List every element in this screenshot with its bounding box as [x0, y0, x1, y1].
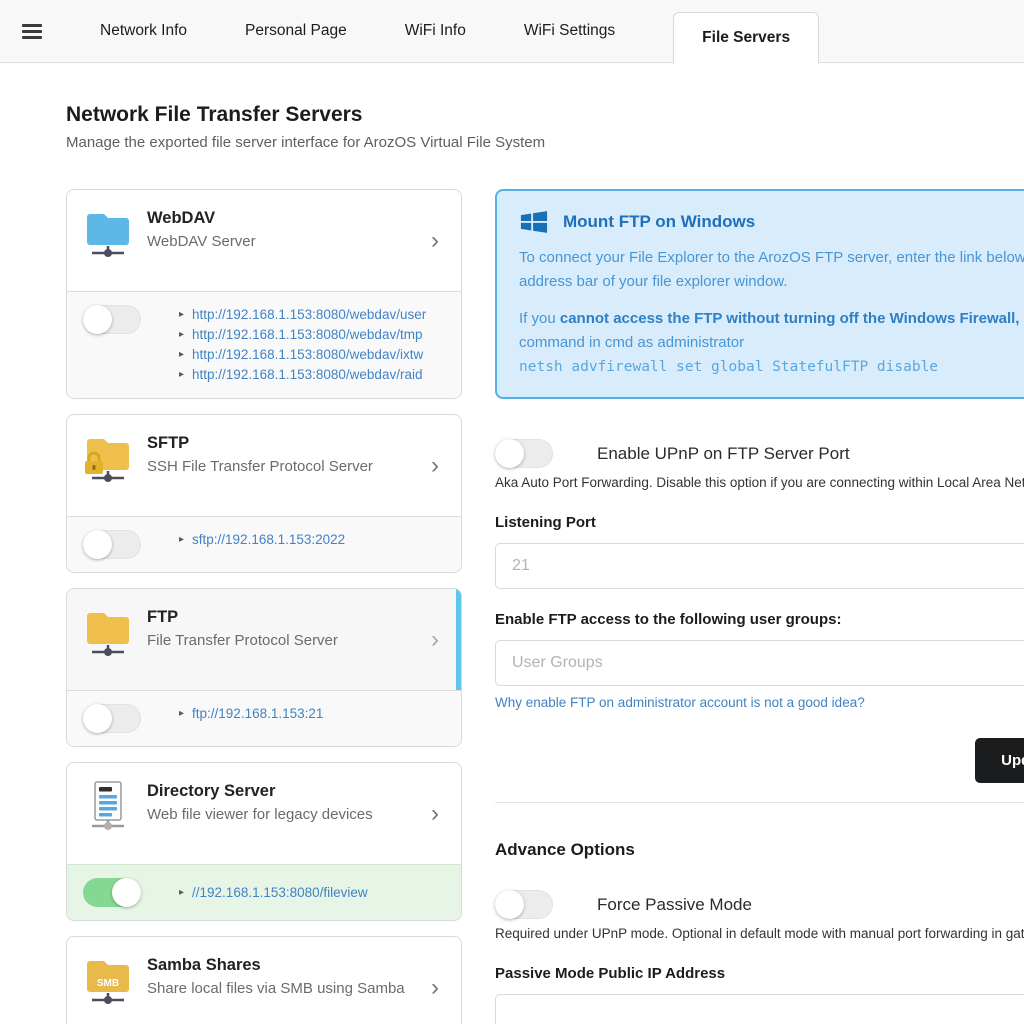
upnp-toggle[interactable] [495, 439, 553, 468]
ftp-network-folder-icon [83, 604, 133, 660]
sftp-card-footer: ▸ sftp://192.168.1.153:2022 [67, 516, 461, 572]
public-ip-input[interactable] [495, 994, 1024, 1024]
ftp-card-header[interactable]: FTP File Transfer Protocol Server › [67, 589, 461, 690]
chevron-right-icon[interactable]: › [431, 229, 445, 253]
ftp-settings-panel: Mount FTP on Windows To connect your Fil… [478, 189, 1024, 1024]
sftp-url-link[interactable]: sftp://192.168.1.153:2022 [192, 530, 345, 550]
directory-card-header[interactable]: Directory Server Web file viewer for leg… [67, 763, 461, 864]
section-divider [495, 802, 1024, 803]
webdav-url-link[interactable]: http://192.168.1.153:8080/webdav/raid [192, 365, 422, 385]
upnp-toggle-label: Enable UPnP on FTP Server Port [597, 444, 850, 464]
triangle-bullet-icon: ▸ [179, 883, 184, 903]
directory-enable-toggle[interactable] [83, 878, 141, 907]
upnp-toggle-row: Enable UPnP on FTP Server Port [495, 439, 1024, 468]
samba-smb-folder-icon: SMB [83, 952, 133, 1008]
mount-ftp-info-box: Mount FTP on Windows To connect your Fil… [495, 189, 1024, 399]
top-nav-bar: Network Info Personal Page WiFi Info WiF… [0, 0, 1024, 63]
user-groups-label: Enable FTP access to the following user … [495, 611, 1024, 628]
chevron-right-icon[interactable]: › [431, 976, 445, 1000]
info-text-line: If you cannot access the FTP without tur… [519, 307, 1024, 331]
windows-logo-icon [519, 208, 549, 236]
sftp-locked-folder-icon [83, 430, 133, 486]
page-title: Network File Transfer Servers [66, 103, 1024, 127]
server-name: WebDAV [147, 209, 256, 228]
webdav-card-footer: ▸ http://192.168.1.153:8080/webdav/user ▸… [67, 291, 461, 398]
info-text-line: command in cmd as administrator [519, 331, 1024, 355]
server-name: Samba Shares [147, 956, 405, 975]
samba-card-header[interactable]: SMB Samba Shares Share local files via S… [67, 937, 461, 1024]
tab-personal-page[interactable]: Personal Page [245, 22, 347, 40]
ftp-url-link[interactable]: ftp://192.168.1.153:21 [192, 704, 323, 724]
directory-url-link[interactable]: //192.168.1.153:8080/fileview [192, 883, 368, 903]
svg-text:SMB: SMB [97, 978, 119, 989]
webdav-enable-toggle[interactable] [83, 305, 141, 334]
passive-mode-toggle-row: Force Passive Mode [495, 890, 1024, 919]
sftp-enable-toggle[interactable] [83, 530, 141, 559]
server-description: File Transfer Protocol Server [147, 632, 338, 649]
tab-wifi-info[interactable]: WiFi Info [405, 22, 466, 40]
server-name: SFTP [147, 434, 373, 453]
server-description: Web file viewer for legacy devices [147, 806, 373, 823]
upnp-note: Aka Auto Port Forwarding. Disable this o… [495, 475, 1024, 490]
chevron-right-icon[interactable]: › [431, 628, 445, 652]
info-text-line: address bar of your file explorer window… [519, 270, 1024, 294]
server-card-sftp: SFTP SSH File Transfer Protocol Server ›… [66, 414, 462, 573]
info-text-line: To connect your File Explorer to the Aro… [519, 246, 1024, 270]
info-box-title: Mount FTP on Windows [563, 212, 755, 232]
page-subtitle: Manage the exported file server interfac… [66, 134, 1024, 151]
server-name: FTP [147, 608, 338, 627]
netsh-command-text: netsh advfirewall set global StatefulFTP… [519, 355, 1024, 379]
tab-file-servers[interactable]: File Servers [673, 12, 819, 64]
ftp-enable-toggle[interactable] [83, 704, 141, 733]
force-passive-label: Force Passive Mode [597, 895, 752, 915]
server-card-samba: SMB Samba Shares Share local files via S… [66, 936, 462, 1024]
webdav-url-link[interactable]: http://192.168.1.153:8080/webdav/user [192, 305, 426, 325]
listening-port-input[interactable] [495, 543, 1024, 589]
public-ip-label: Passive Mode Public IP Address [495, 965, 1024, 982]
server-description: Share local files via SMB using Samba [147, 980, 405, 997]
tab-wifi-settings[interactable]: WiFi Settings [524, 22, 615, 40]
directory-server-icon [83, 778, 133, 834]
update-button[interactable]: Update [975, 738, 1024, 783]
server-name: Directory Server [147, 782, 373, 801]
server-description: SSH File Transfer Protocol Server [147, 458, 373, 475]
triangle-bullet-icon: ▸ [179, 325, 184, 345]
hamburger-menu-icon[interactable] [22, 21, 42, 42]
ftp-admin-help-link[interactable]: Why enable FTP on administrator account … [495, 695, 865, 710]
triangle-bullet-icon: ▸ [179, 365, 184, 385]
server-list: WebDAV WebDAV Server › ▸ http://192.168.1… [66, 189, 462, 1024]
tab-network-info[interactable]: Network Info [100, 22, 187, 40]
webdav-network-folder-icon [83, 205, 133, 261]
chevron-right-icon[interactable]: › [431, 802, 445, 826]
webdav-url-link[interactable]: http://192.168.1.153:8080/webdav/ixtw [192, 345, 423, 365]
triangle-bullet-icon: ▸ [179, 345, 184, 365]
user-groups-input[interactable] [495, 640, 1024, 686]
page-header: Network File Transfer Servers Manage the… [66, 103, 1024, 151]
advance-options-title: Advance Options [495, 840, 1024, 860]
directory-card-footer: ▸ //192.168.1.153:8080/fileview [67, 864, 461, 920]
triangle-bullet-icon: ▸ [179, 305, 184, 325]
server-card-directory: Directory Server Web file viewer for leg… [66, 762, 462, 921]
chevron-right-icon[interactable]: › [431, 454, 445, 478]
webdav-card-header[interactable]: WebDAV WebDAV Server › [67, 190, 461, 291]
server-card-webdav: WebDAV WebDAV Server › ▸ http://192.168.1… [66, 189, 462, 399]
webdav-url-link[interactable]: http://192.168.1.153:8080/webdav/tmp [192, 325, 422, 345]
server-card-ftp: FTP File Transfer Protocol Server › ▸ ftp… [66, 588, 462, 747]
main-content: WebDAV WebDAV Server › ▸ http://192.168.1… [0, 189, 1024, 1024]
triangle-bullet-icon: ▸ [179, 704, 184, 724]
triangle-bullet-icon: ▸ [179, 530, 184, 550]
listening-port-label: Listening Port [495, 514, 1024, 531]
ftp-card-footer: ▸ ftp://192.168.1.153:21 [67, 690, 461, 746]
force-passive-toggle[interactable] [495, 890, 553, 919]
sftp-card-header[interactable]: SFTP SSH File Transfer Protocol Server › [67, 415, 461, 516]
passive-mode-note: Required under UPnP mode. Optional in de… [495, 926, 1024, 941]
server-description: WebDAV Server [147, 233, 256, 250]
